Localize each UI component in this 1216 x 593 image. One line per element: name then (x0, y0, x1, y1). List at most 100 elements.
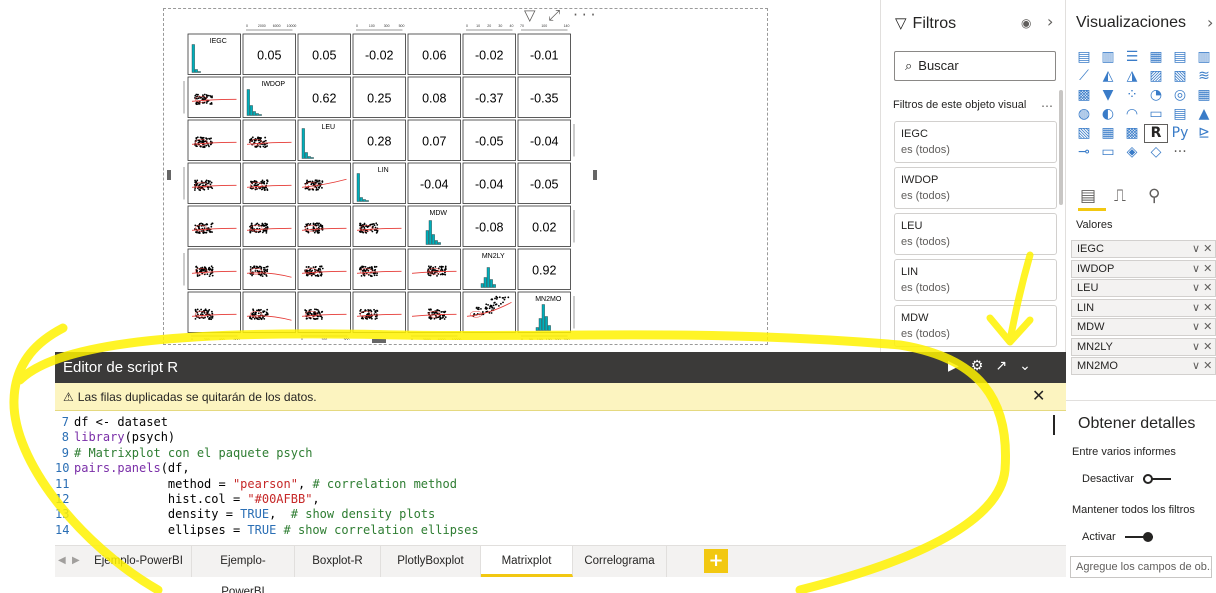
100-column-icon[interactable]: ▥ (1192, 48, 1216, 67)
ribbon-icon[interactable]: ≋ (1192, 67, 1216, 86)
pie-icon[interactable]: ◔ (1144, 86, 1168, 105)
drillthrough-drop-zone[interactable]: Agregue los campos de ob... (1070, 556, 1212, 578)
slicer-icon[interactable]: ▧ (1072, 124, 1096, 143)
toggle-off-icon[interactable] (1143, 474, 1172, 485)
map-icon[interactable]: ◍ (1072, 105, 1096, 124)
r-visual-icon[interactable]: R (1144, 124, 1168, 143)
treemap-icon[interactable]: ▦ (1192, 86, 1216, 105)
matrix-icon[interactable]: ▩ (1120, 124, 1144, 143)
gauge-icon[interactable]: ◠ (1120, 105, 1144, 124)
stacked-column-icon[interactable]: ▥ (1096, 48, 1120, 67)
scatter-point (210, 137, 212, 140)
analytics-magnifier-icon[interactable]: ⚲ (1148, 186, 1160, 206)
line-column-icon[interactable]: ▨ (1144, 67, 1168, 86)
cross-report-toggle[interactable]: Desactivar (1082, 473, 1172, 485)
chevron-right-icon[interactable]: ▶ (72, 555, 80, 566)
chevron-right-icon[interactable]: › (1207, 13, 1213, 32)
kpi-icon[interactable]: ▲ (1192, 105, 1216, 124)
stacked-area-icon[interactable]: ◮ (1120, 67, 1144, 86)
value-field-mdw[interactable]: MDW ∨ ✕ (1071, 318, 1216, 336)
more-options-icon[interactable]: … (1041, 96, 1053, 110)
code-line[interactable]: 9 # Matrixplot con el paquete psych (55, 446, 1066, 461)
line-chart-icon[interactable]: ⟋ (1072, 67, 1096, 86)
stacked-bar-icon[interactable]: ▤ (1072, 48, 1096, 67)
page-tab-matrixplot[interactable]: Matrixplot (481, 546, 573, 577)
code-line[interactable]: 14 ellipses = TRUE # show correlation el… (55, 523, 1066, 538)
table-icon[interactable]: ▦ (1096, 124, 1120, 143)
multirow-card-icon[interactable]: ▤ (1168, 105, 1192, 124)
format-paintbrush-icon[interactable]: ⎍ (1114, 186, 1126, 206)
paginated-icon[interactable]: ◇ (1144, 143, 1168, 162)
scatter-point (255, 317, 258, 320)
filter-card-iegc[interactable]: IEGC es (todos) (894, 121, 1057, 163)
code-line[interactable]: 8 library(psych) (55, 430, 1066, 445)
value-field-iwdop[interactable]: IWDOP ∨ ✕ (1071, 259, 1216, 278)
remove-field-icon[interactable]: ∨ ✕ (1192, 242, 1212, 255)
code-line[interactable]: 11 method = "pearson", # correlation met… (55, 477, 1066, 492)
code-line[interactable]: 7 df <- dataset (55, 415, 1066, 430)
run-script-icon[interactable]: ▶ (948, 358, 971, 374)
filled-map-icon[interactable]: ◐ (1096, 105, 1120, 124)
fields-tab-icon[interactable]: ▤ (1080, 186, 1096, 206)
card-icon[interactable]: ▭ (1144, 105, 1168, 124)
code-line[interactable]: 10 pairs.panels(df, (55, 461, 1066, 476)
remove-field-icon[interactable]: ∨ ✕ (1192, 340, 1212, 353)
100-bar-icon[interactable]: ▤ (1168, 48, 1192, 67)
remove-field-icon[interactable]: ∨ ✕ (1192, 301, 1212, 314)
python-visual-icon[interactable]: Py (1168, 124, 1192, 143)
chevron-right-icon[interactable]: › (1047, 12, 1053, 31)
value-field-leu[interactable]: LEU ∨ ✕ (1071, 279, 1216, 297)
funnel-icon[interactable]: ▼ (1096, 86, 1120, 105)
page-tab-correlograma[interactable]: Correlograma (573, 546, 667, 577)
value-field-label: LEU (1077, 282, 1099, 294)
line-clustered-icon[interactable]: ▧ (1168, 67, 1192, 86)
chevron-down-icon[interactable]: ⌄ (1019, 358, 1043, 374)
value-field-iegc[interactable]: IEGC ∨ ✕ (1071, 240, 1216, 258)
remove-field-icon[interactable]: ∨ ✕ (1192, 262, 1212, 275)
qna-icon[interactable]: ▭ (1096, 143, 1120, 162)
scatter-icon[interactable]: ⁘ (1120, 86, 1144, 105)
donut-icon[interactable]: ◎ (1168, 86, 1192, 105)
filters-scrollbar[interactable] (1059, 90, 1063, 205)
filter-card-iwdop[interactable]: IWDOP es (todos) (894, 167, 1057, 209)
clustered-column-icon[interactable]: ▦ (1144, 48, 1168, 67)
resize-handle-bottom[interactable] (372, 339, 386, 343)
code-line[interactable]: 13 density = TRUE, # show density plots (55, 507, 1066, 522)
more-icon[interactable]: ··· (1168, 143, 1192, 162)
resize-handle-right[interactable] (593, 170, 597, 180)
filter-card-leu[interactable]: LEU es (todos) (894, 213, 1057, 255)
value-field-lin[interactable]: LIN ∨ ✕ (1071, 298, 1216, 317)
key-influencers-icon[interactable]: ⊵ (1192, 124, 1216, 143)
page-tab-ejemplo-powerbi[interactable]: Ejemplo-PowerBI (192, 546, 295, 593)
clustered-bar-icon[interactable]: ☰ (1120, 48, 1144, 67)
code-line[interactable]: 12 hist.col = "#00AFBB", (55, 492, 1066, 507)
value-field-mn2ly[interactable]: MN2LY ∨ ✕ (1071, 337, 1216, 356)
page-tab-ejemplo-powerbi[interactable]: Ejemplo-PowerBI (86, 546, 192, 577)
narrative-icon[interactable]: ◈ (1120, 143, 1144, 162)
filter-card-lin[interactable]: LIN es (todos) (894, 259, 1057, 301)
expand-arrow-icon[interactable]: ↗ (995, 358, 1019, 374)
settings-gear-icon[interactable]: ⚙ (971, 358, 996, 374)
add-page-button[interactable]: + (704, 549, 728, 573)
page-tab-boxplot-r[interactable]: Boxplot-R (295, 546, 381, 577)
report-canvas[interactable]: ▽ ⤢ ··· IEGC 0.05 0.05 -0.02 0.06 -0.02 -0.01 I… (0, 0, 880, 352)
resize-handle-left[interactable] (167, 170, 171, 180)
chevron-left-icon[interactable]: ◀ (58, 555, 66, 566)
toggle-on-icon[interactable] (1124, 532, 1153, 543)
decomposition-icon[interactable]: ⊸ (1072, 143, 1096, 162)
filter-card-mdw[interactable]: MDW es (todos) (894, 305, 1057, 347)
value-field-mn2mo[interactable]: MN2MO ∨ ✕ (1071, 357, 1216, 375)
remove-field-icon[interactable]: ∨ ✕ (1192, 281, 1212, 294)
remove-field-icon[interactable]: ∨ ✕ (1192, 359, 1212, 372)
code-area[interactable]: 7 df <- dataset 8 library(psych) 9 # Matrixpl… (55, 415, 1066, 545)
eye-icon[interactable]: ◉ (1021, 16, 1031, 30)
waterfall-icon[interactable]: ▩ (1072, 86, 1096, 105)
scatter-point (439, 273, 442, 276)
filters-search-input[interactable]: ⌕ Buscar (894, 51, 1056, 81)
close-icon[interactable]: ✕ (1032, 386, 1045, 405)
keep-filters-toggle[interactable]: Activar (1082, 531, 1153, 543)
remove-field-icon[interactable]: ∨ ✕ (1192, 320, 1212, 333)
area-chart-icon[interactable]: ◭ (1096, 67, 1120, 86)
page-tab-plotlyboxplot[interactable]: PlotlyBoxplot (381, 546, 481, 577)
code-scrollbar[interactable] (1053, 415, 1055, 435)
